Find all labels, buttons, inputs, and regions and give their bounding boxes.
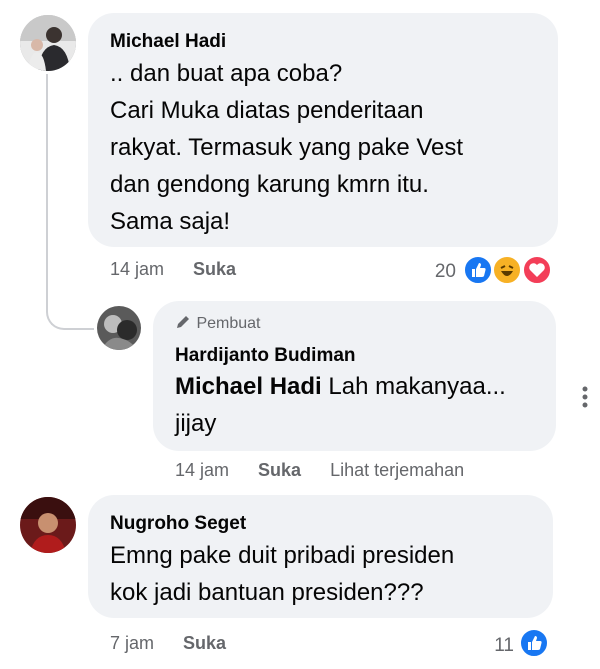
reply-text: Lah makanyaa... bbox=[321, 373, 506, 400]
comment-author[interactable]: Michael Hadi bbox=[110, 31, 226, 53]
love-icon bbox=[522, 255, 552, 285]
reply-timestamp[interactable]: 14 jam bbox=[175, 460, 229, 480]
comment-timestamp[interactable]: 7 jam bbox=[110, 633, 154, 653]
avatar-photo bbox=[20, 497, 76, 553]
like-button[interactable]: Suka bbox=[258, 460, 301, 480]
comment-text-line: kok jadi bantuan presiden??? bbox=[110, 579, 424, 606]
avatar-michael-hadi[interactable] bbox=[20, 15, 76, 71]
comment-meta: 7 jam Suka bbox=[110, 633, 226, 654]
comment-text-line: .. dan buat apa coba? bbox=[110, 60, 343, 87]
like-button[interactable]: Suka bbox=[183, 633, 226, 653]
pen-icon bbox=[177, 316, 189, 328]
haha-icon bbox=[492, 255, 522, 285]
comment-author[interactable]: Nugroho Seget bbox=[110, 513, 246, 535]
comment-text-line: Cari Muka diatas penderitaan bbox=[110, 97, 424, 124]
reaction-count[interactable]: 11 bbox=[480, 635, 514, 657]
mention-link[interactable]: Michael Hadi bbox=[175, 373, 322, 400]
reply-author[interactable]: Hardijanto Budiman bbox=[175, 345, 356, 367]
comment-text-line: Emng pake duit pribadi presiden bbox=[110, 542, 455, 569]
reaction-count[interactable]: 20 bbox=[418, 261, 456, 283]
more-options-icon[interactable] bbox=[582, 385, 594, 409]
reply-text-line: Michael Hadi Lah makanyaa... bbox=[175, 368, 506, 405]
comment-meta: 14 jam Suka bbox=[110, 259, 236, 280]
like-icon bbox=[519, 628, 549, 658]
author-badge-label: Pembuat bbox=[196, 315, 261, 332]
reply-meta: 14 jam Suka Lihat terjemahan bbox=[175, 460, 464, 481]
author-badge: Pembuat bbox=[174, 313, 261, 333]
comment-text-line: rakyat. Termasuk yang pake Vest bbox=[110, 134, 464, 161]
comment-timestamp[interactable]: 14 jam bbox=[110, 259, 164, 279]
comment-text-line: Sama saja! bbox=[110, 208, 231, 235]
comment-text-line: dan gendong karung kmrn itu. bbox=[110, 171, 429, 198]
avatar-photo bbox=[20, 15, 76, 71]
avatar-photo bbox=[97, 306, 141, 350]
like-icon bbox=[463, 255, 493, 285]
see-translation-link[interactable]: Lihat terjemahan bbox=[330, 460, 464, 480]
reply-text-line: jijay bbox=[175, 410, 217, 437]
like-button[interactable]: Suka bbox=[193, 259, 236, 279]
avatar-hardijanto-budiman[interactable] bbox=[97, 306, 141, 350]
reply-thread-line bbox=[46, 74, 94, 330]
avatar-nugroho-seget[interactable] bbox=[20, 497, 76, 553]
